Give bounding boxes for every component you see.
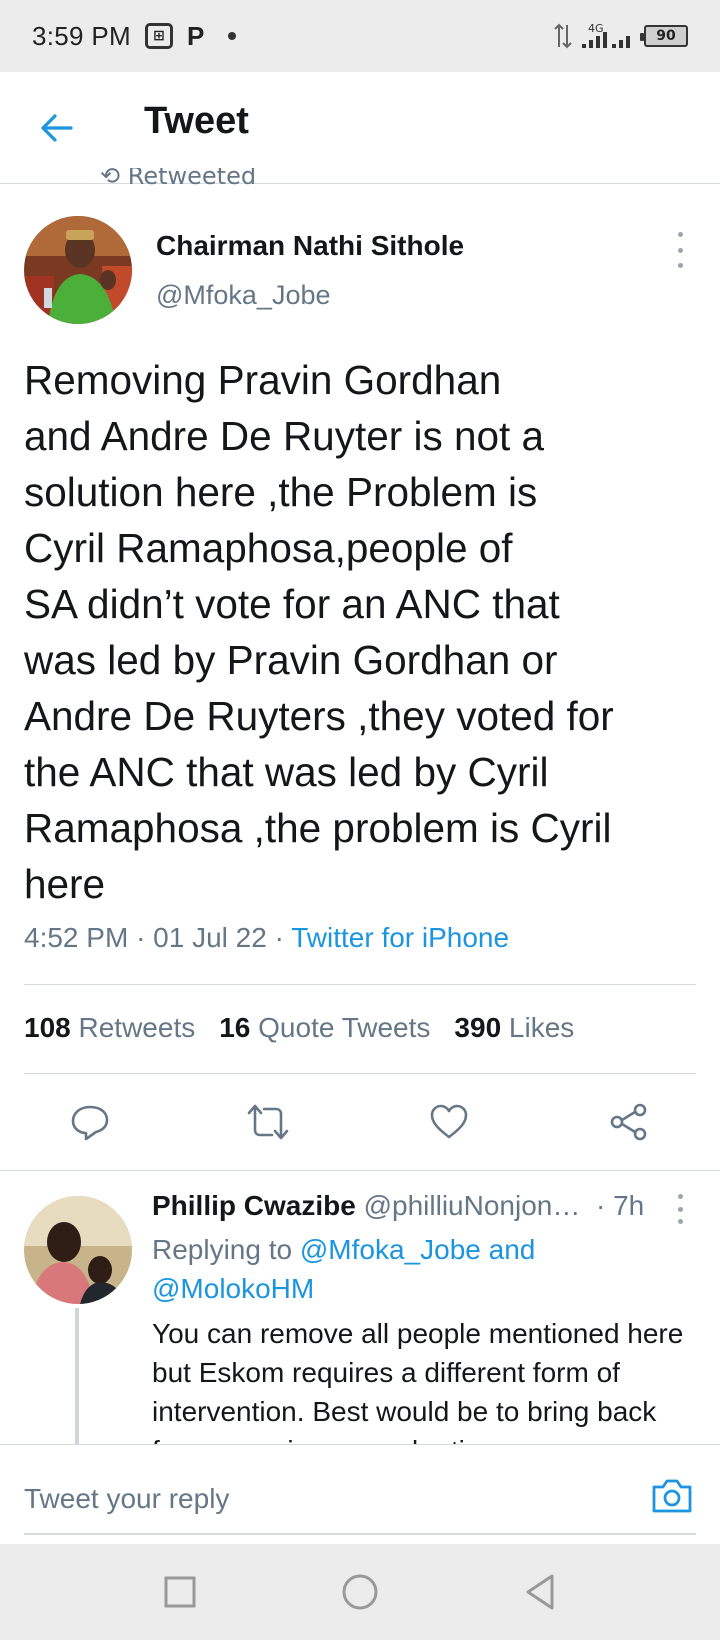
author-handle[interactable]: @Mfoka_Jobe (156, 280, 331, 311)
meta-separator: · (136, 922, 146, 953)
input-underline (24, 1533, 696, 1535)
avatar-photo (24, 216, 132, 324)
reply-avatar[interactable] (24, 1196, 132, 1304)
battery-icon: 90 (640, 25, 688, 47)
likes-stat[interactable]: 390 Likes (454, 1012, 574, 1044)
reply-composer: Tweet your reply (0, 1444, 720, 1544)
tweet-meta: 4:52 PM · 01 Jul 22 · Twitter for iPhone (24, 922, 509, 954)
like-button[interactable] (427, 1100, 471, 1144)
divider (24, 1073, 696, 1074)
avatar-photo (24, 1196, 132, 1304)
quotes-count: 16 (219, 1012, 251, 1043)
back-button[interactable] (36, 108, 76, 148)
battery-level: 90 (656, 28, 676, 44)
signal-4g-icon: 4G (582, 22, 630, 48)
recents-button[interactable] (160, 1572, 200, 1612)
tweet-text: Removing Pravin Gordhan and Andre De Ruy… (24, 357, 614, 907)
more-vertical-icon (677, 232, 683, 237)
network-type-label: 4G (588, 22, 604, 35)
page-title: Tweet (144, 100, 249, 142)
home-button[interactable] (340, 1572, 380, 1612)
reply-icon (71, 1105, 109, 1141)
retweets-label: Retweets (78, 1012, 196, 1043)
mention-link[interactable]: @MolokoHM (152, 1273, 314, 1304)
thread-line (75, 1308, 79, 1446)
tweet-more-button[interactable] (668, 232, 692, 268)
camera-icon (652, 1479, 692, 1513)
p-notification-icon: P (186, 20, 205, 51)
reply-author-handle[interactable]: @philliuNonjon… (364, 1190, 581, 1221)
reply-text: You can remove all people mentioned here… (152, 1318, 684, 1444)
tweet-stats: 108 Retweets 16 Quote Tweets 390 Likes (24, 1012, 574, 1044)
quotes-label: Quote Tweets (258, 1012, 431, 1043)
reply-author-name[interactable]: Phillip Cwazibe (152, 1190, 356, 1221)
status-bar: 3:59 PM ⊞ P 4G 90 (0, 0, 720, 72)
divider (24, 984, 696, 985)
camera-button[interactable] (650, 1475, 694, 1515)
share-button[interactable] (607, 1100, 651, 1144)
tweet-time: 4:52 PM (24, 922, 129, 953)
dot-icon (218, 32, 237, 40)
circle-icon (342, 1574, 378, 1610)
retweet-small-icon: ⟲ (100, 168, 121, 186)
author-avatar[interactable] (24, 216, 132, 324)
triangle-back-icon (526, 1574, 554, 1610)
back-nav-button[interactable] (520, 1572, 560, 1612)
heart-icon (430, 1104, 468, 1139)
arrow-left-icon (41, 114, 73, 142)
replying-to: Replying to @Mfoka_Jobe and @MolokoHM (152, 1230, 672, 1308)
retweet-button[interactable] (246, 1100, 290, 1144)
reply-time: · 7h (596, 1190, 645, 1221)
tweet-date: 01 Jul 22 (153, 922, 267, 953)
likes-label: Likes (508, 1012, 575, 1043)
tweet-source-link[interactable]: Twitter for iPhone (291, 922, 509, 953)
author-name[interactable]: Chairman Nathi Sithole (156, 230, 464, 262)
retweets-stat[interactable]: 108 Retweets (24, 1012, 195, 1044)
status-time: 3:59 PM (32, 20, 131, 51)
system-nav-bar (0, 1544, 720, 1640)
reply-button[interactable] (68, 1100, 112, 1144)
meta-separator: · (274, 922, 284, 953)
and-word: and (488, 1234, 536, 1265)
tweet-actions (0, 1100, 720, 1150)
square-icon (164, 1576, 196, 1608)
likes-count: 390 (454, 1012, 502, 1043)
reply-more-button[interactable] (668, 1194, 692, 1224)
reply-header[interactable]: Phillip Cwazibe @philliuNonjon… (152, 1190, 652, 1222)
reply-input[interactable]: Tweet your reply (24, 1483, 229, 1515)
retweet-icon (247, 1104, 289, 1140)
quote-tweets-stat[interactable]: 16 Quote Tweets (219, 1012, 430, 1044)
app-notification-icon: ⊞ (144, 23, 173, 49)
divider (0, 1170, 720, 1171)
retweeted-label: ⟲ Retweeted (100, 168, 256, 186)
mention-link[interactable]: @Mfoka_Jobe (300, 1234, 481, 1265)
data-transfer-icon (554, 23, 572, 49)
retweets-count: 108 (24, 1012, 71, 1043)
replying-prefix: Replying to (152, 1234, 293, 1265)
more-vertical-icon (677, 1194, 683, 1199)
share-icon (610, 1103, 647, 1141)
